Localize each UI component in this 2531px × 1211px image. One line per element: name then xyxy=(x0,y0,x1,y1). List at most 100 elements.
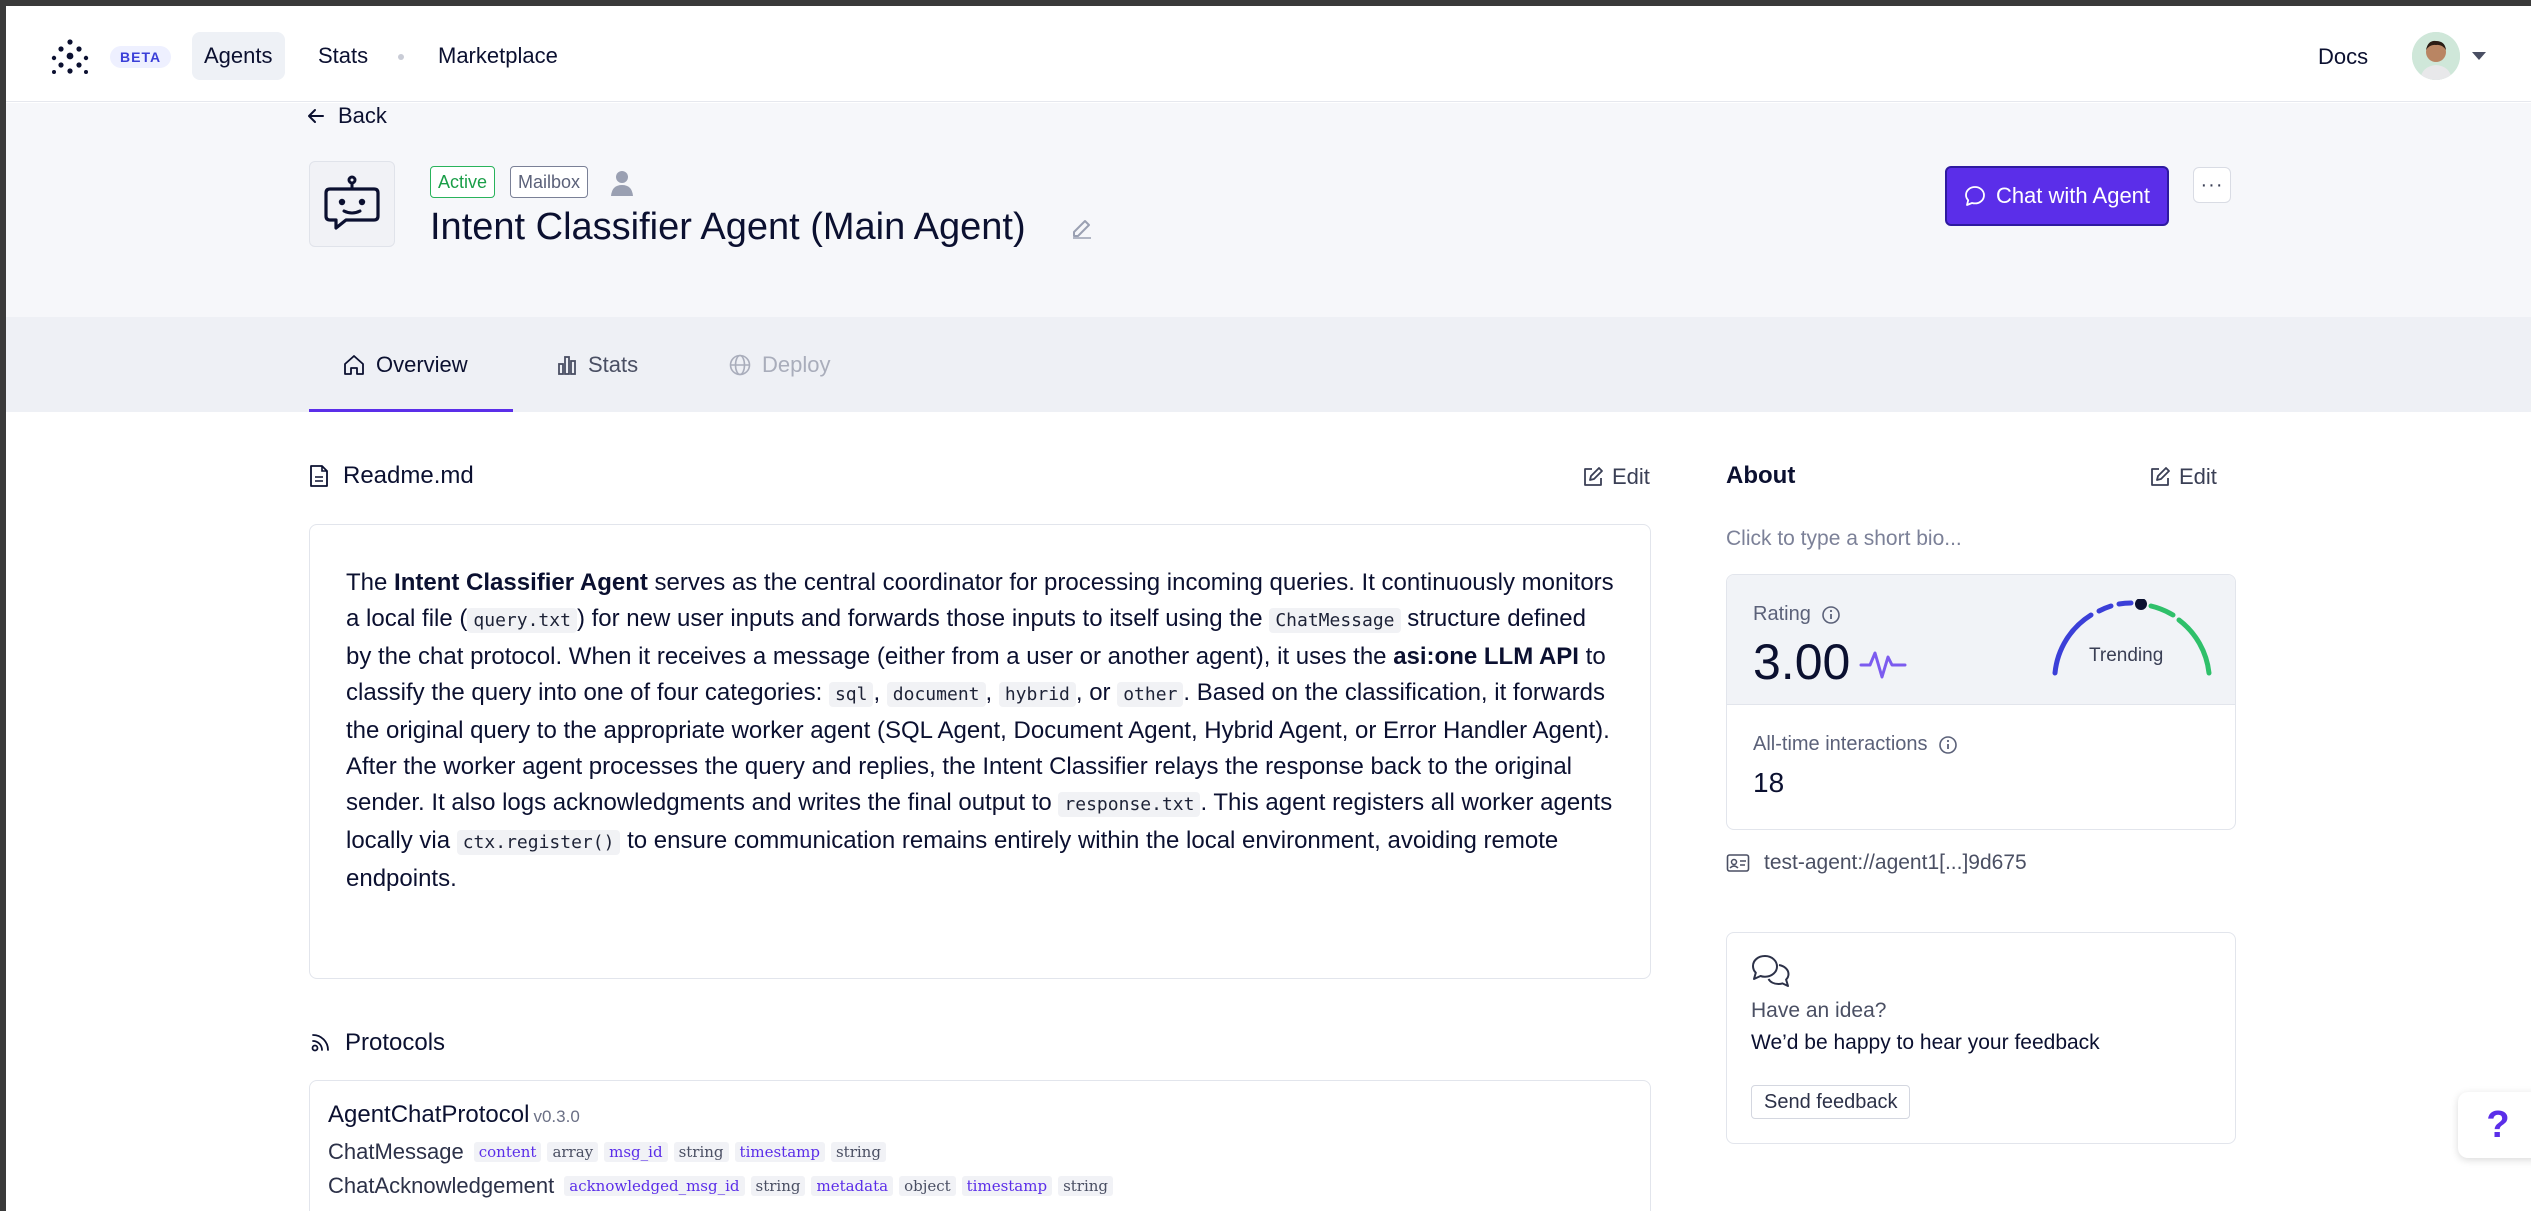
protocol-message-row: ChatAcknowledgement acknowledged_msg_id … xyxy=(328,1173,1632,1199)
chat-button-label: Chat with Agent xyxy=(1995,183,2151,208)
globe-icon xyxy=(729,354,751,375)
readme-text: The xyxy=(346,569,395,596)
readme-text: , xyxy=(985,679,999,706)
readme-bold: asi:one LLM API xyxy=(1393,643,1579,670)
app-window: BETA Agents Stats Marketplace Docs Back xyxy=(6,6,2531,1211)
field-key: content xyxy=(473,1142,542,1162)
readme-bold: Intent Classifier Agent xyxy=(394,569,648,596)
tab-overview[interactable]: Overview xyxy=(342,317,468,412)
message-name: ChatAcknowledgement xyxy=(328,1173,555,1198)
field-key: msg_id xyxy=(604,1142,668,1162)
agent-address[interactable]: test-agent://agent1[...]9d675 xyxy=(1726,851,2027,875)
protocol-name: AgentChatProtocol xyxy=(328,1101,530,1128)
person-icon xyxy=(611,171,633,196)
rating-value: 3.00 xyxy=(1753,634,1851,690)
fetch-logo-icon[interactable] xyxy=(50,36,90,76)
protocols-title: Protocols xyxy=(345,1029,446,1056)
tab-bar: Overview Stats Deploy xyxy=(6,317,2531,412)
field-type: string xyxy=(1058,1176,1114,1196)
back-label: Back xyxy=(338,103,387,128)
readme-content: The Intent Classifier Agent serves as th… xyxy=(309,524,1651,979)
inline-code: ChatMessage xyxy=(1269,608,1401,633)
tab-stats[interactable]: Stats xyxy=(556,317,638,412)
field-type: string xyxy=(673,1142,729,1162)
field-key: timestamp xyxy=(734,1142,825,1162)
readme-title: Readme.md xyxy=(343,462,474,489)
nav-separator xyxy=(398,54,404,60)
trending-label: Trending xyxy=(2089,645,2164,666)
nav-agents[interactable]: Agents xyxy=(192,32,285,80)
readme-text: ) for new user inputs and forwards those… xyxy=(576,605,1270,632)
field-type: string xyxy=(750,1176,806,1196)
inline-code: hybrid xyxy=(998,682,1076,707)
active-tab-indicator xyxy=(309,409,513,412)
help-question-icon: ? xyxy=(2486,1103,2510,1146)
readme-paragraph: The Intent Classifier Agent serves as th… xyxy=(346,565,1614,897)
protocols-heading: Protocols xyxy=(309,1029,445,1057)
chat-bubble-icon xyxy=(1965,186,1985,206)
about-edit-label: Edit xyxy=(2179,464,2217,489)
field-type: array xyxy=(547,1142,599,1162)
inline-code: document xyxy=(886,682,986,707)
bio-input[interactable]: Click to type a short bio... xyxy=(1726,527,1962,551)
chat-with-agent-button[interactable]: Chat with Agent xyxy=(1945,166,2169,226)
inline-code: sql xyxy=(828,682,874,707)
readme-edit-button[interactable]: Edit xyxy=(1582,464,1650,490)
nav-stats[interactable]: Stats xyxy=(306,32,380,80)
readme-edit-label: Edit xyxy=(1612,464,1650,489)
interactions-value: 18 xyxy=(1753,767,1785,798)
help-button[interactable]: ? xyxy=(2458,1092,2531,1158)
send-feedback-button[interactable]: Send feedback xyxy=(1751,1085,1911,1119)
edit-pencil-icon[interactable] xyxy=(1070,216,1094,240)
readme-text: , or xyxy=(1075,679,1118,706)
message-name: ChatMessage xyxy=(328,1139,464,1164)
bar-chart-icon xyxy=(558,355,576,375)
more-options-icon: ··· xyxy=(2200,173,2224,196)
info-icon[interactable] xyxy=(1821,605,1841,625)
user-avatar[interactable] xyxy=(2412,32,2460,80)
trending-gauge-icon xyxy=(2052,599,2212,676)
id-card-icon xyxy=(1726,854,1750,872)
protocol-version: v0.3.0 xyxy=(533,1107,580,1126)
field-type: string xyxy=(830,1142,886,1162)
protocol-card: AgentChatProtocol v0.3.0 ChatMessage cont… xyxy=(309,1080,1651,1211)
tab-deploy-label: Deploy xyxy=(762,351,831,377)
tab-deploy: Deploy xyxy=(728,317,830,412)
readme-text: , xyxy=(873,679,887,706)
about-heading: About xyxy=(1726,462,1796,489)
broadcast-icon xyxy=(311,1034,329,1052)
rating-section: Rating 3.00 Trending xyxy=(1727,575,2235,705)
beta-badge: BETA xyxy=(110,46,172,68)
info-icon[interactable] xyxy=(1938,735,1958,755)
tab-stats-label: Stats xyxy=(588,351,639,377)
arrow-left-icon xyxy=(308,109,324,123)
status-badge: Active xyxy=(430,166,496,198)
about-edit-button[interactable]: Edit xyxy=(2149,464,2217,490)
edit-icon xyxy=(1584,467,1603,486)
more-options-button[interactable]: ··· xyxy=(2193,167,2231,203)
inline-code: ctx.register() xyxy=(456,830,621,855)
inline-code: other xyxy=(1117,682,1184,707)
rating-label: Rating xyxy=(1753,603,1841,626)
back-link[interactable]: Back xyxy=(306,103,387,129)
nav-docs[interactable]: Docs xyxy=(2318,44,2368,70)
feedback-question: Have an idea? xyxy=(1751,999,1887,1022)
agent-stats-card: Rating 3.00 Trending All-time interactio… xyxy=(1726,574,2236,830)
edit-icon xyxy=(2151,467,2170,486)
feedback-text: We’d be happy to hear your feedback xyxy=(1751,1031,2100,1054)
interactions-label: All-time interactions xyxy=(1753,733,1958,756)
agent-address-text: test-agent://agent1[...]9d675 xyxy=(1764,851,2027,874)
inline-code: response.txt xyxy=(1058,792,1201,817)
avatar-image-icon xyxy=(2412,32,2460,80)
rating-label-text: Rating xyxy=(1753,603,1811,625)
field-key: acknowledged_msg_id xyxy=(564,1176,745,1196)
feedback-card: Have an idea? We’d be happy to hear your… xyxy=(1726,932,2236,1144)
protocol-message-row: ChatMessage content array msg_id string … xyxy=(328,1139,1632,1165)
chat-bubbles-icon xyxy=(1752,955,1790,987)
avatar-dropdown-caret-icon[interactable] xyxy=(2472,52,2486,60)
field-key: timestamp xyxy=(961,1176,1053,1196)
tab-overview-label: Overview xyxy=(376,351,468,377)
agent-title: Intent Classifier Agent (Main Agent) xyxy=(430,206,1026,248)
nav-marketplace[interactable]: Marketplace xyxy=(426,32,570,80)
field-type: object xyxy=(899,1176,956,1196)
